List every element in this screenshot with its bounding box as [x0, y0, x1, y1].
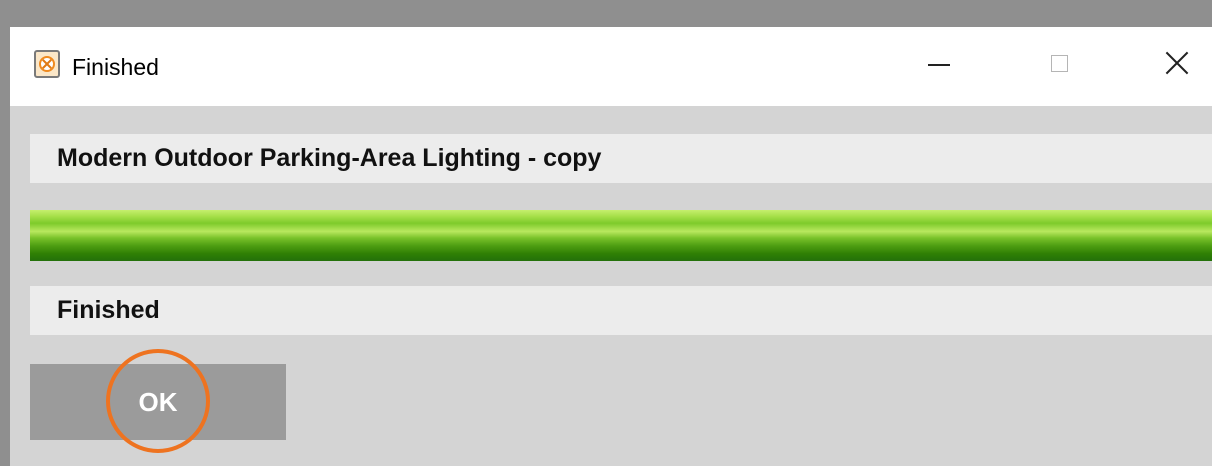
finished-dialog-window: Finished Modern Outdoor Parking-Area Lig… — [10, 27, 1212, 466]
title-bar: Finished — [10, 27, 1212, 106]
item-name-field: Modern Outdoor Parking-Area Lighting - c… — [30, 134, 1212, 183]
close-button[interactable] — [1145, 27, 1205, 106]
ok-button[interactable]: OK — [30, 364, 286, 440]
minimize-icon — [928, 64, 950, 66]
status-text-field: Finished — [30, 286, 1212, 335]
progress-bar — [30, 210, 1212, 261]
window-title: Finished — [72, 54, 159, 80]
maximize-button[interactable] — [1029, 27, 1089, 106]
progress-bar-fill — [30, 210, 1212, 261]
close-icon — [1165, 51, 1189, 75]
minimize-button[interactable] — [908, 27, 968, 106]
app-logo-icon — [34, 50, 60, 78]
maximize-icon — [1051, 55, 1068, 72]
